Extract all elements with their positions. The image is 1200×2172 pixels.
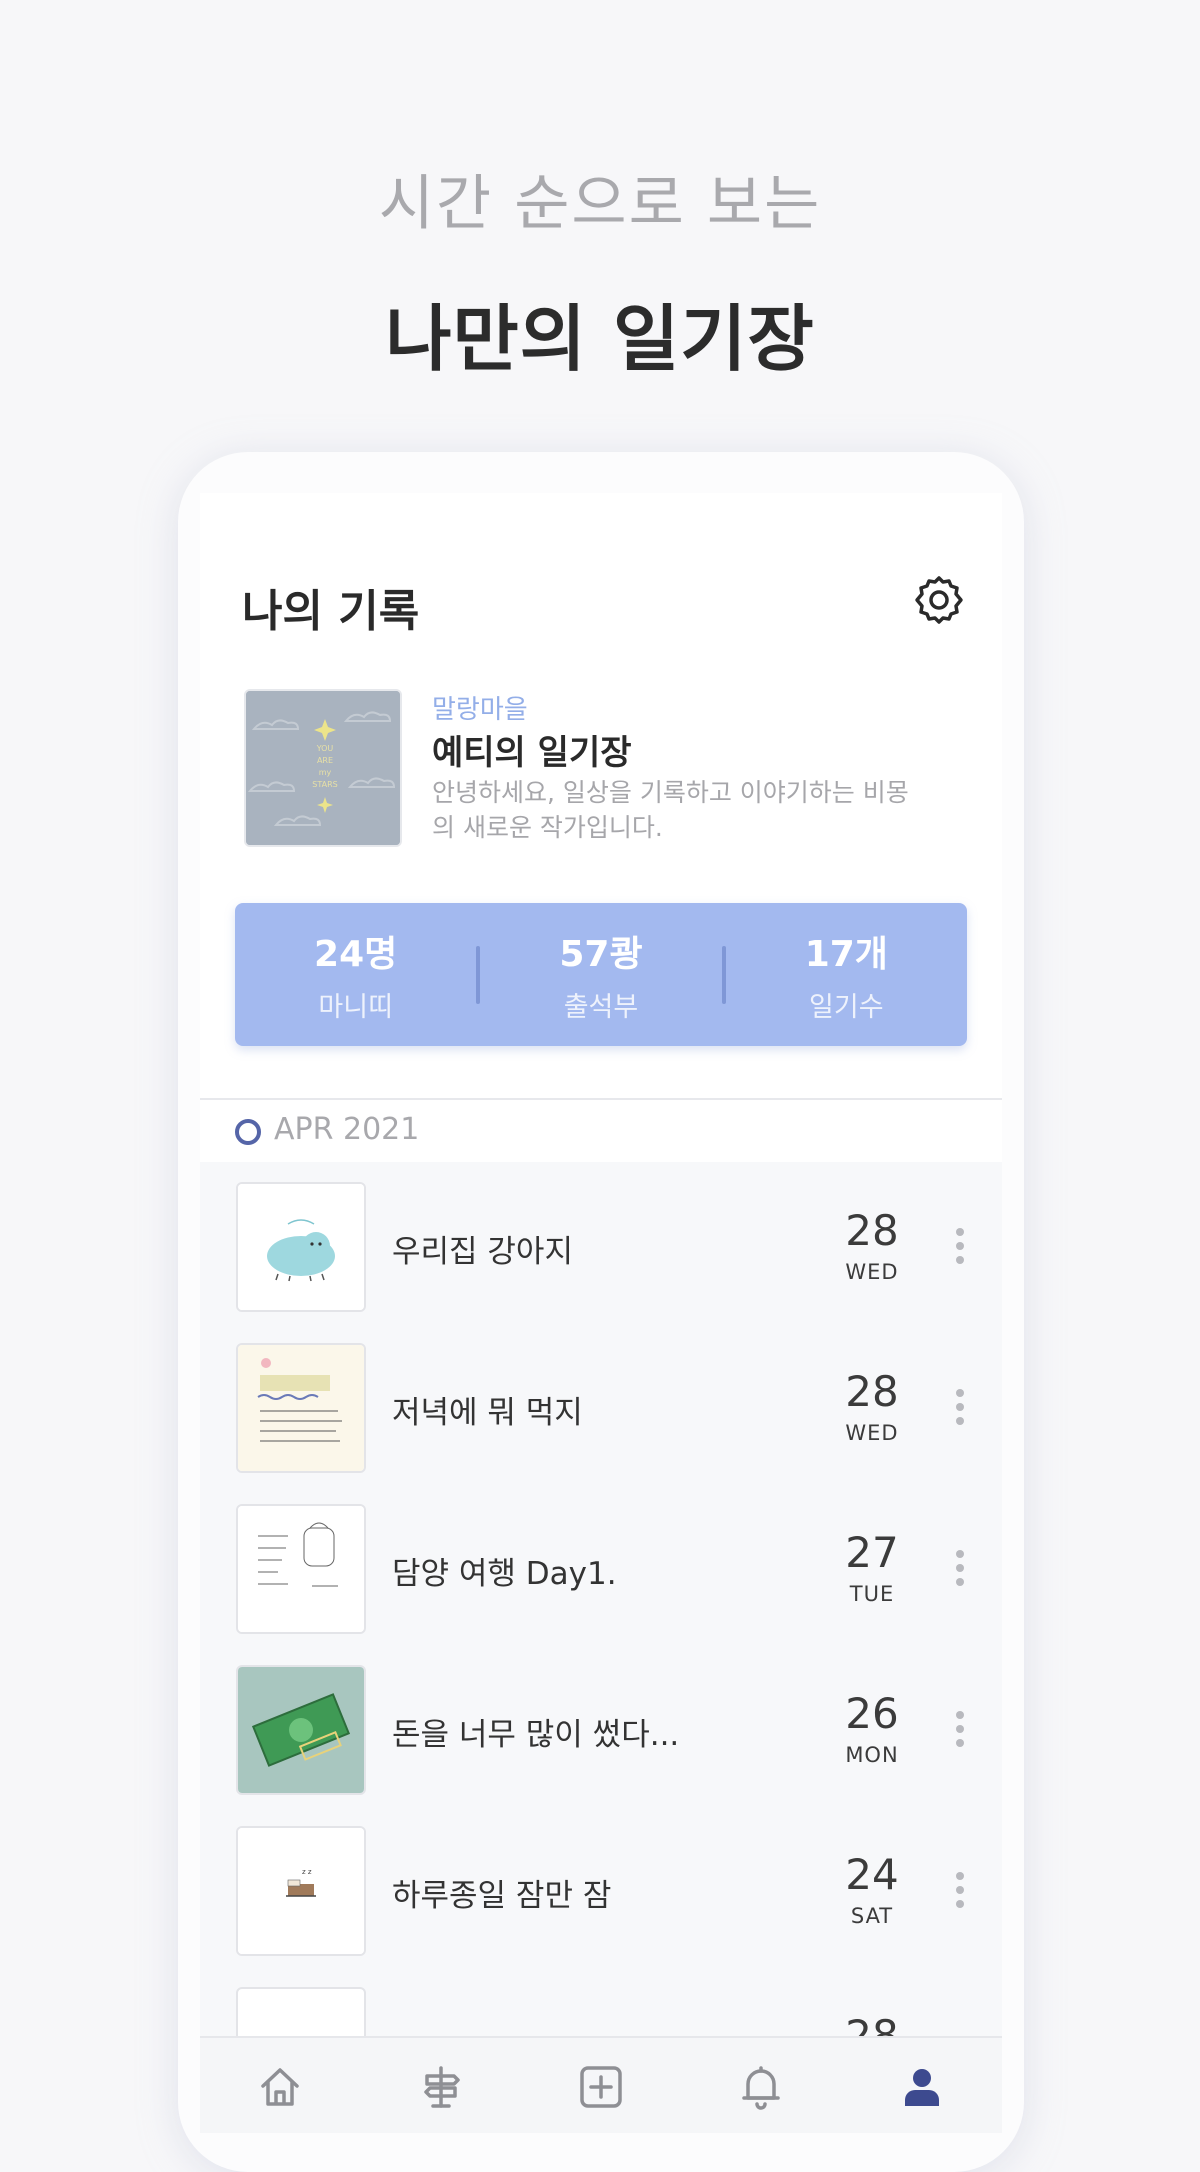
- more-options-button[interactable]: [952, 1872, 968, 1916]
- stat-label: 일기수: [809, 992, 884, 1023]
- list-item[interactable]: 우리집 강아지 28 WED: [200, 1182, 1002, 1317]
- entry-thumbnail: [236, 1182, 366, 1312]
- home-icon: [261, 2067, 299, 2106]
- profile-description: 안녕하세요, 일상을 기록하고 이야기하는 비몽의 새로운 작가입니다.: [432, 778, 909, 842]
- svg-text:ARE: ARE: [317, 756, 333, 765]
- nav-profile[interactable]: [892, 2057, 952, 2117]
- timeline-circle-icon: [235, 1119, 261, 1145]
- entry-title: 저녁에 뭐 먹지: [392, 1395, 583, 1431]
- stat-label: 마니띠: [318, 992, 393, 1023]
- list-item[interactable]: 돈을 너무 많이 썼다... 26 MON: [200, 1665, 1002, 1800]
- entry-day: 28: [845, 1367, 899, 1416]
- entry-thumbnail: [236, 1665, 366, 1795]
- entry-thumbnail: [236, 1343, 366, 1473]
- more-options-button[interactable]: [952, 1228, 968, 1272]
- entry-day: 26: [845, 1689, 899, 1738]
- profile-village[interactable]: 말랑마을: [432, 689, 528, 726]
- nav-home[interactable]: [250, 2057, 310, 2117]
- stat-value: 24명: [314, 934, 398, 975]
- more-vertical-icon: [956, 1228, 964, 1236]
- page-title: 나의 기록: [242, 586, 420, 637]
- svg-text:my: my: [319, 768, 332, 777]
- diary-list: 우리집 강아지 28 WED 저녁에 뭐 먹지 28 WED 담양 여행 Day…: [200, 1162, 1002, 2117]
- more-vertical-icon: [956, 1872, 964, 1880]
- nav-write[interactable]: [571, 2057, 631, 2117]
- nav-notifications[interactable]: [731, 2057, 791, 2117]
- promo-subtitle: 시간 순으로 보는: [378, 169, 822, 239]
- app-screen: 나의 기록 YOU ARE my STARS 말랑마을 예티의 일기장 안녕하세…: [200, 493, 1002, 2133]
- profile-image: YOU ARE my STARS: [244, 689, 402, 847]
- entry-title: 우리집 강아지: [392, 1234, 573, 1270]
- promo-title: 나만의 일기장: [385, 297, 815, 381]
- profile-name: 예티의 일기장: [432, 733, 632, 773]
- svg-text:STARS: STARS: [312, 780, 337, 789]
- entry-weekday: TUE: [849, 1582, 895, 1606]
- stat-value: 57쾅: [559, 934, 643, 975]
- more-options-button[interactable]: [952, 1711, 968, 1755]
- more-vertical-icon: [956, 1550, 964, 1558]
- entry-day: 27: [845, 1528, 899, 1577]
- month-header: APR 2021: [200, 1098, 1002, 1164]
- more-options-button[interactable]: [952, 1550, 968, 1594]
- more-options-button[interactable]: [952, 1389, 968, 1433]
- profile-image-text: YOU: [316, 744, 334, 753]
- stat-manitti[interactable]: 24명 마니띠: [235, 925, 476, 1024]
- entry-weekday: MON: [845, 1743, 899, 1767]
- stat-attendance[interactable]: 57쾅 출석부: [480, 925, 721, 1024]
- profile-icon: [904, 2068, 939, 2106]
- stat-diary-count[interactable]: 17개 일기수: [726, 925, 967, 1024]
- entry-title: 담양 여행 Day1.: [392, 1556, 617, 1592]
- entry-weekday: WED: [845, 1260, 899, 1284]
- signpost-icon: [423, 2065, 460, 2108]
- bell-icon: [742, 2065, 781, 2110]
- entry-day: 28: [845, 1206, 899, 1255]
- list-item[interactable]: z z 하루종일 잠만 잠 24 SAT: [200, 1826, 1002, 1961]
- entry-weekday: SAT: [850, 1904, 894, 1928]
- more-vertical-icon: [956, 1711, 964, 1719]
- list-item[interactable]: 저녁에 뭐 먹지 28 WED: [200, 1343, 1002, 1478]
- entry-day: 24: [845, 1850, 899, 1899]
- bottom-navigation: [200, 2036, 1002, 2133]
- gear-icon: [915, 576, 963, 624]
- stat-value: 17개: [804, 934, 888, 975]
- add-icon: [580, 2065, 622, 2108]
- stats-panel: 24명 마니띠 57쾅 출석부 17개 일기수: [235, 903, 967, 1046]
- entry-title: 돈을 너무 많이 썼다...: [392, 1717, 680, 1753]
- more-vertical-icon: [956, 1389, 964, 1397]
- list-item[interactable]: 담양 여행 Day1. 27 TUE: [200, 1504, 1002, 1639]
- svg-text:z z: z z: [302, 1868, 312, 1876]
- entry-title: 하루종일 잠만 잠: [392, 1878, 612, 1914]
- entry-thumbnail: z z: [236, 1826, 366, 1956]
- entry-thumbnail: [236, 1504, 366, 1634]
- nav-explore[interactable]: [411, 2057, 471, 2117]
- entry-weekday: WED: [845, 1421, 899, 1445]
- month-label: APR 2021: [274, 1112, 420, 1147]
- stat-label: 출석부: [563, 992, 639, 1023]
- settings-button[interactable]: [912, 573, 966, 627]
